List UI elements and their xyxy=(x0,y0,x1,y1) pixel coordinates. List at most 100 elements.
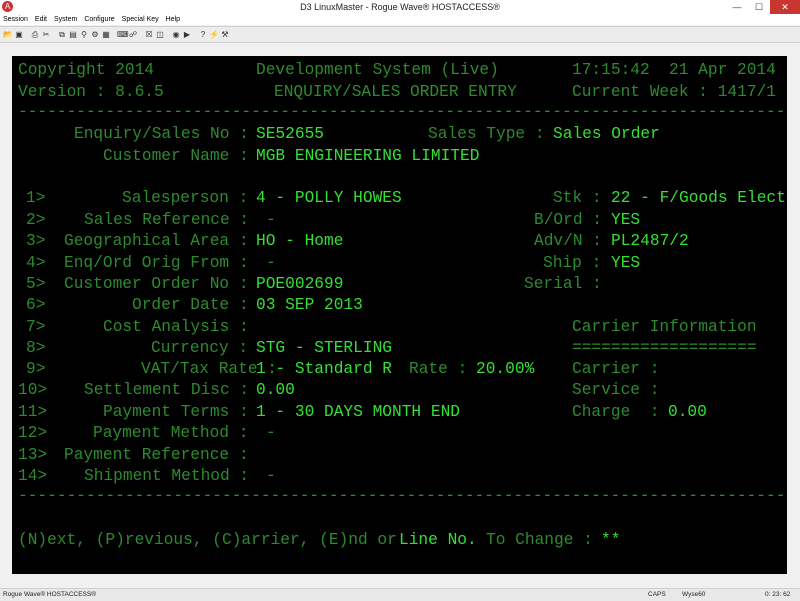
field-number: 7> xyxy=(26,318,46,336)
menu-bar: Session Edit System Configure Special Ke… xyxy=(0,14,800,25)
field-number: 12> xyxy=(18,424,48,442)
maximize-button[interactable]: ☐ xyxy=(748,0,770,14)
menu-special-key[interactable]: Special Key xyxy=(122,14,159,25)
field-number: 14> xyxy=(18,467,48,485)
field-label: Payment Reference : xyxy=(64,446,249,464)
field-number: 10> xyxy=(18,381,48,399)
connect-icon[interactable]: ☍ xyxy=(128,30,138,40)
menu-system[interactable]: System xyxy=(54,14,77,25)
toolbar: 📂 ▣ ⎙ ✂ ⧉ ▤ ⚲ ⚙ ▦ ⌨ ☍ ☒ ◫ ◉ ▶ ? ⚡ ⚒ xyxy=(0,26,800,43)
title-bar: A D3 LinuxMaster - Rogue Wave® HOSTACCES… xyxy=(0,0,800,15)
ship-label: Ship : xyxy=(543,254,602,272)
separator-top: ----------------------------------------… xyxy=(18,103,787,121)
field-label: Order Date : xyxy=(132,296,249,314)
field-label: Geographical Area : xyxy=(64,232,249,250)
sales-reference-value: - xyxy=(266,211,276,229)
screen-title: ENQUIRY/SALES ORDER ENTRY xyxy=(274,83,517,101)
keyboard-icon[interactable]: ⌨ xyxy=(117,30,129,40)
macro-icon[interactable]: ▦ xyxy=(101,30,111,40)
backorder-label: B/Ord : xyxy=(534,211,602,229)
window-title: D3 LinuxMaster - Rogue Wave® HOSTACCESS® xyxy=(300,2,500,12)
prompt-line-no: Line No. xyxy=(399,531,477,549)
field-number: 2> xyxy=(26,211,46,229)
field-label: Currency : xyxy=(151,339,249,357)
close-button[interactable]: ✕ xyxy=(770,0,800,14)
menu-edit[interactable]: Edit xyxy=(35,14,47,25)
settlement-disc-value: 0.00 xyxy=(256,381,295,399)
cut-icon[interactable]: ✂ xyxy=(41,30,51,40)
vat-rate-value: 1 - Standard R xyxy=(256,360,392,378)
disconnect-icon[interactable]: ☒ xyxy=(144,30,154,40)
prompt-options: (N)ext, (P)revious, (C)arrier, (E)nd or xyxy=(18,531,397,549)
rate-value: 20.00% xyxy=(476,360,535,378)
sales-type-label: Sales Type : xyxy=(428,125,545,143)
customer-order-value: POE002699 xyxy=(256,275,344,293)
customer-name-label: Customer Name : xyxy=(103,147,249,165)
save-icon[interactable]: ▣ xyxy=(14,30,24,40)
field-label: Shipment Method : xyxy=(84,467,250,485)
salesperson-value: 4 - POLLY HOWES xyxy=(256,189,402,207)
field-label: Payment Terms : xyxy=(103,403,249,421)
stk-value: 22 - F/Goods Elect xyxy=(611,189,786,207)
clock-date: 21 Apr 2014 xyxy=(669,61,776,79)
advice-note-label: Adv/N : xyxy=(534,232,602,250)
field-number: 9> xyxy=(26,360,46,378)
help-icon[interactable]: ? xyxy=(198,30,208,40)
geographical-area-value: HO - Home xyxy=(256,232,344,250)
charge-value: 0.00 xyxy=(668,403,707,421)
service-label: Service : xyxy=(572,381,660,399)
menu-session[interactable]: Session xyxy=(3,14,28,25)
carrier-label: Carrier : xyxy=(572,360,660,378)
field-label: Sales Reference : xyxy=(84,211,250,229)
version: Version : 8.6.5 xyxy=(18,83,164,101)
backorder-value: YES xyxy=(611,211,641,229)
field-label: Salesperson : xyxy=(122,189,249,207)
terminal-screen[interactable]: Copyright 2014 Development System (Live)… xyxy=(12,56,787,574)
print-icon[interactable]: ⎙ xyxy=(30,30,40,40)
field-number: 5> xyxy=(26,275,46,293)
field-number: 8> xyxy=(26,339,46,357)
field-number: 3> xyxy=(26,232,46,250)
rate-label: Rate : xyxy=(409,360,468,378)
currency-value: STG - STERLING xyxy=(256,339,392,357)
payment-method-value: - xyxy=(266,424,276,442)
order-date-value: 03 SEP 2013 xyxy=(256,296,363,314)
caps-indicator: CAPS xyxy=(648,591,666,598)
customer-name-value: MGB ENGINEERING LIMITED xyxy=(256,147,480,165)
carrier-underline: =================== xyxy=(572,339,757,357)
shipment-method-value: - xyxy=(266,467,276,485)
copy-icon[interactable]: ⧉ xyxy=(57,30,67,40)
system-name: Development System (Live) xyxy=(256,61,499,79)
field-label: Customer Order No : xyxy=(64,275,249,293)
enquiry-no-value: SE52655 xyxy=(256,125,324,143)
status-app-name: Rogue Wave® HOSTACCESS® xyxy=(3,591,97,598)
current-week: Current Week : 1417/1 xyxy=(572,83,776,101)
minimize-button[interactable]: — xyxy=(726,0,748,14)
tools-icon[interactable]: ⚒ xyxy=(220,30,230,40)
record-icon[interactable]: ◉ xyxy=(171,30,181,40)
prompt-input[interactable]: ** xyxy=(601,530,620,550)
advice-note-value: PL2487/2 xyxy=(611,232,689,250)
open-icon[interactable]: 📂 xyxy=(3,30,13,40)
find-icon[interactable]: ⚲ xyxy=(79,30,89,40)
clock-time: 17:15:42 xyxy=(572,61,650,79)
field-label: Enq/Ord Orig From : xyxy=(64,254,249,272)
paste-icon[interactable]: ▤ xyxy=(68,30,78,40)
lightning-icon[interactable]: ⚡ xyxy=(209,30,219,40)
command-prompt: (N)ext, (P)revious, (C)arrier, (E)nd or … xyxy=(12,530,620,550)
serial-label: Serial : xyxy=(524,275,602,293)
copyright: Copyright 2014 xyxy=(18,61,154,79)
menu-configure[interactable]: Configure xyxy=(84,14,114,25)
play-icon[interactable]: ▶ xyxy=(182,30,192,40)
charge-label: Charge : xyxy=(572,403,660,421)
field-label: Settlement Disc : xyxy=(84,381,250,399)
payment-terms-value: 1 - 30 DAYS MONTH END xyxy=(256,403,460,421)
stk-label: Stk : xyxy=(553,189,602,207)
terminal-type: Wyse60 xyxy=(682,591,706,598)
settings-icon[interactable]: ⚙ xyxy=(90,30,100,40)
menu-help[interactable]: Help xyxy=(166,14,180,25)
enq-orig-value: - xyxy=(266,254,276,272)
field-number: 11> xyxy=(18,403,48,421)
capture-icon[interactable]: ◫ xyxy=(155,30,165,40)
carrier-info-title: Carrier Information xyxy=(572,318,757,336)
